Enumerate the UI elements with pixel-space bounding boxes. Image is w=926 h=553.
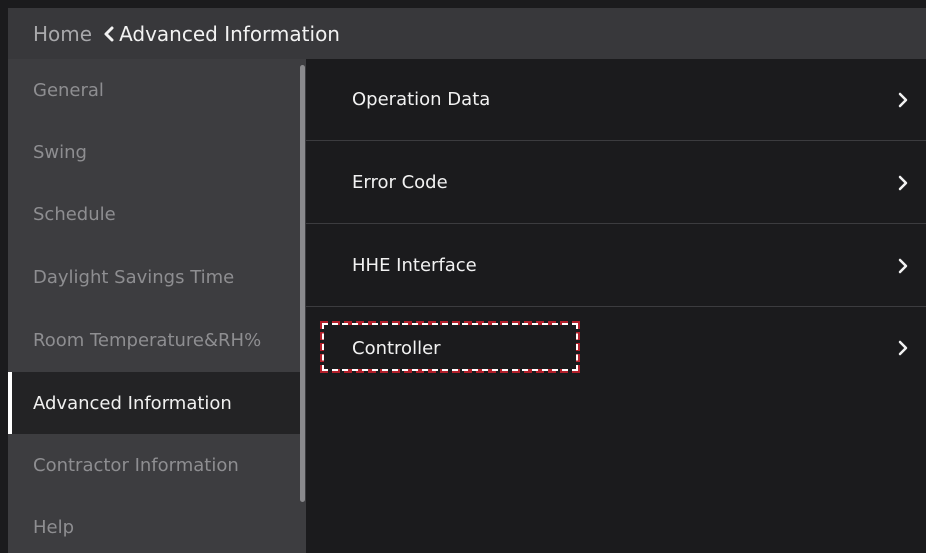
sidebar: General Swing Schedule Daylight Savings … [8, 59, 306, 553]
chevron-right-icon [898, 340, 908, 356]
sidebar-item-label: Swing [33, 141, 87, 163]
chevron-left-icon[interactable] [102, 25, 116, 43]
sidebar-item-schedule[interactable]: Schedule [8, 183, 304, 245]
sidebar-scrollbar[interactable] [300, 65, 305, 502]
sidebar-item-swing[interactable]: Swing [8, 121, 304, 183]
menu-item-label: Error Code [352, 172, 448, 193]
sidebar-item-label: Daylight Savings Time [33, 266, 235, 288]
sidebar-item-label: General [33, 79, 104, 101]
header-bar: Home Advanced Information [8, 8, 926, 59]
chevron-right-icon [898, 175, 908, 190]
home-link[interactable]: Home [33, 22, 92, 46]
page-title: Advanced Information [119, 21, 340, 46]
sidebar-item-daylight-savings-time[interactable]: Daylight Savings Time [8, 246, 304, 308]
menu-item-hhe-interface[interactable]: HHE Interface [306, 225, 926, 307]
menu-item-error-code[interactable]: Error Code [306, 142, 926, 224]
menu-item-label: Operation Data [352, 89, 491, 110]
sidebar-item-label: Room Temperature&RH% [33, 329, 262, 351]
sidebar-item-general[interactable]: General [8, 59, 304, 121]
sidebar-item-contractor-information[interactable]: Contractor Information [8, 434, 304, 496]
sidebar-item-help[interactable]: Help [8, 496, 304, 553]
sidebar-item-label: Advanced Information [33, 392, 232, 414]
menu-panel: Operation Data Error Code HHE Interface … [306, 59, 926, 553]
sidebar-item-label: Contractor Information [33, 454, 239, 476]
chevron-right-icon [898, 258, 908, 273]
app-window: Home Advanced Information General Swing … [0, 0, 926, 553]
sidebar-item-advanced-information[interactable]: Advanced Information [8, 372, 304, 434]
sidebar-item-label: Help [33, 516, 75, 538]
highlight-box [320, 321, 580, 373]
chevron-right-icon [898, 92, 908, 107]
sidebar-item-room-temperature-rh[interactable]: Room Temperature&RH% [8, 309, 304, 371]
sidebar-item-label: Schedule [33, 203, 116, 225]
menu-item-label: HHE Interface [352, 255, 477, 276]
menu-item-operation-data[interactable]: Operation Data [306, 59, 926, 141]
